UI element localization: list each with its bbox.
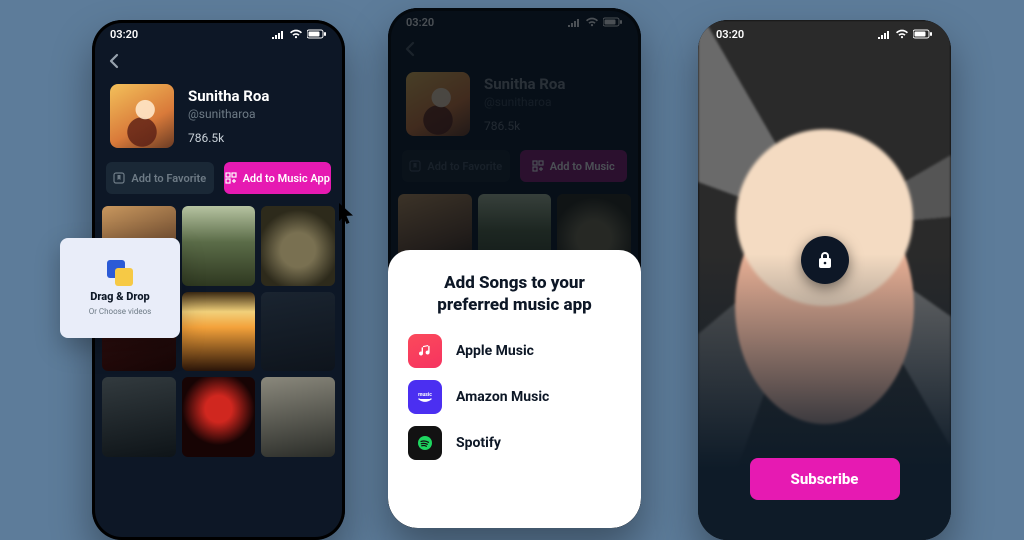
bookmark-icon (113, 172, 125, 184)
status-time: 03:20 (110, 28, 138, 41)
drag-drop-card[interactable]: Drag & Drop Or Choose videos (60, 238, 180, 338)
signal-icon (271, 29, 285, 39)
media-tile[interactable] (102, 377, 176, 457)
media-tile[interactable] (182, 206, 256, 286)
app-label: Spotify (456, 435, 501, 451)
media-tile[interactable] (261, 206, 335, 286)
phone-music-sheet: 03:20 Sunitha Roa @sunitharoa 786.5k Add… (388, 8, 641, 528)
wifi-icon (895, 29, 909, 39)
subscribe-label: Subscribe (791, 470, 859, 488)
action-row: Add to Favorite Add to Music App (92, 162, 345, 206)
music-app-apple[interactable]: Apple Music (408, 334, 621, 368)
profile-handle: @sunitharoa (484, 95, 565, 109)
phone-paywall: 03:20 Subscribe (698, 20, 951, 540)
profile-count: 786.5k (484, 119, 565, 133)
status-icons (271, 29, 327, 39)
status-bar: 03:20 (388, 8, 641, 36)
status-icons (877, 29, 933, 39)
drag-drop-icon (107, 260, 133, 286)
app-label: Amazon Music (456, 389, 549, 405)
grid-plus-icon (532, 160, 544, 172)
profile-header: Sunitha Roa @sunitharoa 786.5k (92, 84, 345, 162)
avatar (406, 72, 470, 136)
music-app-amazon[interactable]: music Amazon Music (408, 380, 621, 414)
profile-count: 786.5k (188, 131, 269, 145)
music-label: Add to Music App (243, 172, 330, 185)
add-to-favorite-button: Add to Favorite (402, 150, 510, 182)
drag-drop-sub: Or Choose videos (89, 307, 152, 316)
wifi-icon (585, 17, 599, 27)
fav-label: Add to Favorite (131, 172, 206, 185)
app-label: Apple Music (456, 343, 534, 359)
avatar[interactable] (110, 84, 174, 148)
subscribe-button[interactable]: Subscribe (750, 458, 900, 500)
spotify-icon (408, 426, 442, 460)
profile-header: Sunitha Roa @sunitharoa 786.5k (388, 72, 641, 150)
battery-icon (913, 29, 933, 39)
music-label: Add to Music (550, 160, 615, 173)
status-time: 03:20 (406, 16, 434, 29)
lock-icon (816, 250, 834, 270)
music-app-list: Apple Music music Amazon Music Spotify (408, 334, 621, 460)
bookmark-icon (409, 160, 421, 172)
music-app-sheet: Add Songs to your preferred music app Ap… (388, 250, 641, 528)
status-bar: 03:20 (92, 20, 345, 48)
profile-name: Sunitha Roa (484, 75, 565, 93)
back-button[interactable] (402, 40, 641, 62)
svg-text:music: music (418, 392, 432, 398)
action-row: Add to Favorite Add to Music (388, 150, 641, 194)
cursor-icon (337, 201, 359, 227)
battery-icon (603, 17, 623, 27)
music-app-spotify[interactable]: Spotify (408, 426, 621, 460)
status-time: 03:20 (716, 28, 744, 41)
profile-name: Sunitha Roa (188, 87, 269, 105)
back-button[interactable] (106, 52, 345, 74)
signal-icon (567, 17, 581, 27)
battery-icon (307, 29, 327, 39)
amazon-music-icon: music (408, 380, 442, 414)
signal-icon (877, 29, 891, 39)
grid-plus-icon (225, 172, 237, 184)
status-bar: 03:20 (698, 20, 951, 48)
wifi-icon (289, 29, 303, 39)
media-tile[interactable] (182, 292, 256, 372)
drag-drop-title: Drag & Drop (90, 290, 149, 303)
media-tile[interactable] (261, 377, 335, 457)
add-to-music-button: Add to Music (520, 150, 628, 182)
profile-handle: @sunitharoa (188, 107, 269, 121)
sheet-heading: Add Songs to your preferred music app (408, 272, 621, 316)
lock-badge (801, 236, 849, 284)
media-tile[interactable] (182, 377, 256, 457)
add-to-favorite-button[interactable]: Add to Favorite (106, 162, 214, 194)
add-to-music-button[interactable]: Add to Music App (224, 162, 332, 194)
fav-label: Add to Favorite (427, 160, 502, 173)
status-icons (567, 17, 623, 27)
media-tile[interactable] (261, 292, 335, 372)
apple-music-icon (408, 334, 442, 368)
